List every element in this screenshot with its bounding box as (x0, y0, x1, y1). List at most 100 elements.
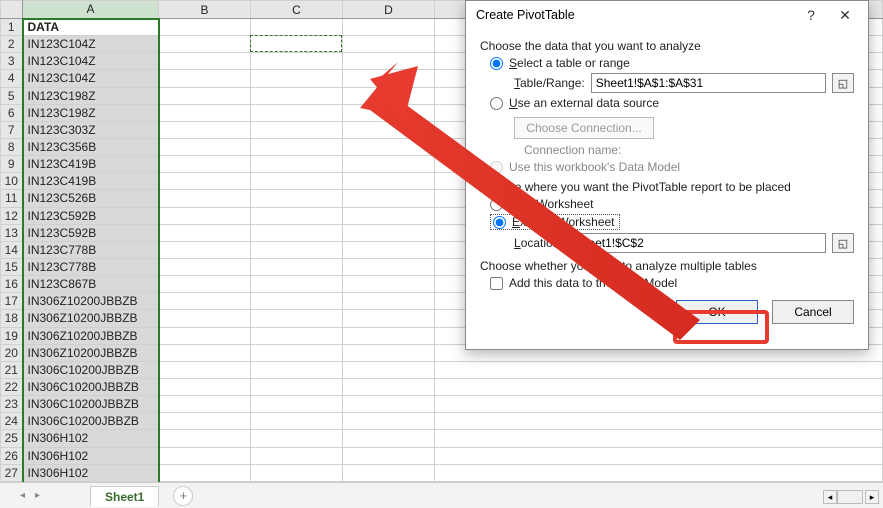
radio-external-input[interactable] (490, 97, 503, 110)
cell[interactable] (343, 70, 435, 87)
cell[interactable] (159, 36, 251, 53)
cell[interactable] (159, 224, 251, 241)
radio-new-ws-input[interactable] (490, 198, 503, 211)
cell[interactable] (251, 464, 343, 481)
row-header[interactable]: 4 (1, 70, 23, 87)
cell[interactable] (159, 19, 251, 36)
cell[interactable] (251, 70, 343, 87)
cell[interactable]: IN306C10200JBBZB (23, 396, 159, 413)
row-header[interactable]: 19 (1, 327, 23, 344)
row-header[interactable]: 3 (1, 53, 23, 70)
row-header[interactable]: 5 (1, 87, 23, 104)
cell[interactable] (251, 104, 343, 121)
cell[interactable] (159, 258, 251, 275)
row-header[interactable]: 20 (1, 344, 23, 361)
cell[interactable] (251, 121, 343, 138)
radio-new-worksheet[interactable]: New Worksheet (490, 197, 854, 211)
cell[interactable]: IN123C592B (23, 207, 159, 224)
radio-select-table-input[interactable] (490, 57, 503, 70)
help-button[interactable]: ? (794, 3, 828, 27)
row-header[interactable]: 25 (1, 430, 23, 447)
cell[interactable] (159, 396, 251, 413)
cell[interactable] (251, 87, 343, 104)
dialog-titlebar[interactable]: Create PivotTable ? ✕ (466, 1, 868, 29)
cell[interactable] (343, 327, 435, 344)
cell[interactable] (343, 156, 435, 173)
cell[interactable] (343, 293, 435, 310)
row-header[interactable]: 21 (1, 361, 23, 378)
row-header[interactable]: 27 (1, 464, 23, 481)
cell[interactable]: IN306H102 (23, 464, 159, 481)
row-header[interactable]: 9 (1, 156, 23, 173)
cell[interactable] (435, 396, 883, 413)
cell[interactable] (159, 447, 251, 464)
cell[interactable] (251, 447, 343, 464)
cell[interactable] (159, 327, 251, 344)
row-header[interactable]: 22 (1, 378, 23, 395)
cell[interactable] (251, 241, 343, 258)
cell[interactable] (343, 378, 435, 395)
cell[interactable]: IN306Z10200JBBZB (23, 310, 159, 327)
col-header-a[interactable]: A (23, 1, 159, 19)
cell[interactable]: IN123C778B (23, 258, 159, 275)
cell[interactable]: IN306C10200JBBZB (23, 361, 159, 378)
cell[interactable]: IN123C104Z (23, 53, 159, 70)
row-header[interactable]: 12 (1, 207, 23, 224)
cell[interactable] (343, 138, 435, 155)
cell[interactable] (343, 87, 435, 104)
cell[interactable] (343, 104, 435, 121)
location-input[interactable] (569, 233, 826, 253)
row-header[interactable]: 17 (1, 293, 23, 310)
cell[interactable]: IN123C104Z (23, 70, 159, 87)
radio-existing-ws-input[interactable] (493, 216, 506, 229)
cell[interactable] (343, 344, 435, 361)
cell[interactable] (159, 53, 251, 70)
cell[interactable] (251, 53, 343, 70)
row-header[interactable]: 15 (1, 258, 23, 275)
cell[interactable] (251, 207, 343, 224)
checkbox-add-dm-input[interactable] (490, 277, 503, 290)
cell[interactable]: IN306H102 (23, 447, 159, 464)
ok-button[interactable]: OK (676, 300, 758, 324)
tab-first-icon[interactable]: ◂ (20, 490, 25, 501)
cell[interactable]: IN306Z10200JBBZB (23, 327, 159, 344)
cell[interactable]: IN306Z10200JBBZB (23, 344, 159, 361)
cell[interactable]: IN123C778B (23, 241, 159, 258)
cell[interactable]: IN123C867B (23, 276, 159, 293)
collapse-location-button[interactable]: ◱ (832, 233, 854, 253)
cell[interactable] (159, 361, 251, 378)
select-all-corner[interactable] (1, 1, 23, 19)
cell[interactable] (251, 224, 343, 241)
cancel-button[interactable]: Cancel (772, 300, 854, 324)
cell[interactable] (159, 378, 251, 395)
cell[interactable] (159, 344, 251, 361)
add-sheet-button[interactable]: + (173, 486, 193, 506)
row-header[interactable]: 13 (1, 224, 23, 241)
row-header[interactable]: 23 (1, 396, 23, 413)
tab-prev-icon[interactable]: ▸ (35, 490, 40, 501)
cell[interactable] (251, 430, 343, 447)
cell[interactable] (251, 258, 343, 275)
cell[interactable] (159, 293, 251, 310)
cell[interactable] (251, 173, 343, 190)
cell[interactable] (343, 241, 435, 258)
cell[interactable] (159, 464, 251, 481)
cell[interactable] (251, 327, 343, 344)
close-button[interactable]: ✕ (828, 3, 862, 27)
cell[interactable]: IN123C104Z (23, 36, 159, 53)
cell[interactable]: IN123C419B (23, 173, 159, 190)
cell[interactable] (159, 138, 251, 155)
cell[interactable] (343, 447, 435, 464)
cell[interactable] (435, 413, 883, 430)
cell[interactable] (343, 430, 435, 447)
cell[interactable] (159, 207, 251, 224)
col-header-b[interactable]: B (159, 1, 251, 19)
row-header[interactable]: 14 (1, 241, 23, 258)
cell[interactable] (435, 447, 883, 464)
sheet-tab[interactable]: Sheet1 (90, 486, 159, 507)
cell[interactable] (251, 378, 343, 395)
radio-external-source[interactable]: Use an external data source (490, 96, 854, 110)
row-header[interactable]: 18 (1, 310, 23, 327)
cell[interactable] (435, 361, 883, 378)
cell[interactable] (251, 396, 343, 413)
